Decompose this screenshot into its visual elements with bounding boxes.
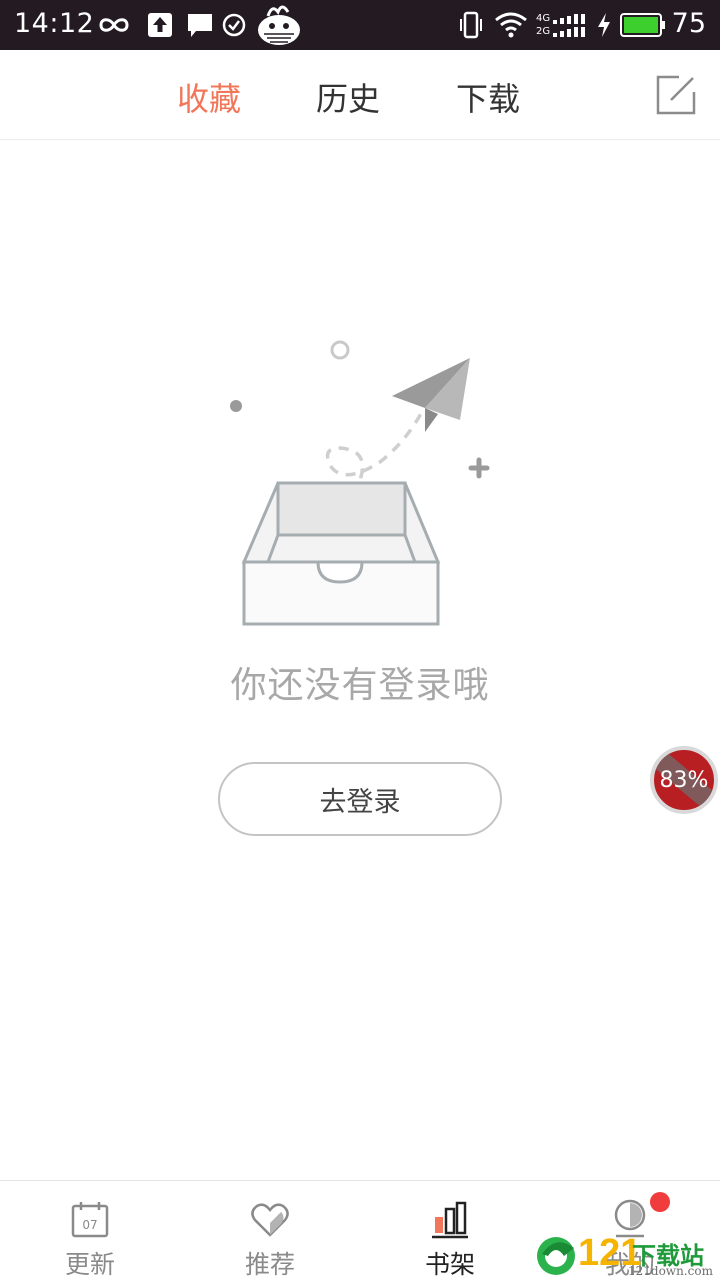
battery-percent: 75 xyxy=(671,8,706,39)
watermark-url: 121down.com xyxy=(628,1264,713,1278)
decor-plus xyxy=(468,457,490,479)
network-type-bottom: 2G xyxy=(536,26,551,37)
floating-speed-badge[interactable]: 83% xyxy=(650,746,718,814)
edit-icon[interactable] xyxy=(655,74,697,116)
bookshelf-icon xyxy=(430,1199,470,1239)
open-box-icon xyxy=(241,481,441,626)
whale-mascot-icon xyxy=(254,0,304,50)
tab-history[interactable]: 历史 xyxy=(316,74,380,120)
message-icon xyxy=(186,0,214,50)
tab-favorites[interactable]: 收藏 xyxy=(177,74,241,120)
nav-label-bookshelf: 书架 xyxy=(424,1250,475,1279)
decor-ring xyxy=(330,340,350,360)
battery-icon xyxy=(620,0,666,50)
watermark-logo-icon xyxy=(537,1237,575,1275)
empty-state-message: 你还没有登录哦 xyxy=(230,665,490,706)
nav-label-updates: 更新 xyxy=(64,1250,115,1279)
top-tab-bar: 收藏 历史 下载 xyxy=(0,50,720,140)
status-time: 14:12 xyxy=(14,8,95,39)
notification-dot xyxy=(650,1192,670,1212)
nav-item-recommend[interactable]: 推荐 xyxy=(180,1181,360,1281)
empty-inbox-illustration xyxy=(220,330,500,640)
paper-plane-icon xyxy=(392,358,470,432)
decor-dot xyxy=(230,400,242,412)
nav-item-updates[interactable]: 07 更新 xyxy=(0,1181,180,1281)
calendar-icon: 07 xyxy=(70,1199,110,1239)
calendar-icon-day: 07 xyxy=(82,1218,97,1232)
cellular-signal-icon: 4G 2G xyxy=(536,0,587,50)
nav-item-bookshelf[interactable]: 书架 xyxy=(360,1181,540,1281)
upload-icon xyxy=(147,0,173,50)
wifi-icon xyxy=(494,0,528,50)
vibrate-icon xyxy=(458,0,484,50)
tab-downloads[interactable]: 下载 xyxy=(456,74,520,120)
status-bar: 14:12 4G 2G 75 xyxy=(0,0,720,50)
badge-percent: 83% xyxy=(659,767,709,793)
site-watermark: 121 下载站 121down.com xyxy=(532,1232,720,1280)
charging-icon xyxy=(596,0,612,50)
check-circle-icon xyxy=(222,0,246,50)
nav-label-recommend: 推荐 xyxy=(244,1250,295,1279)
heart-icon xyxy=(250,1199,290,1239)
login-button[interactable]: 去登录 xyxy=(218,762,502,836)
network-type-top: 4G xyxy=(536,13,551,24)
infinity-icon xyxy=(96,0,132,50)
